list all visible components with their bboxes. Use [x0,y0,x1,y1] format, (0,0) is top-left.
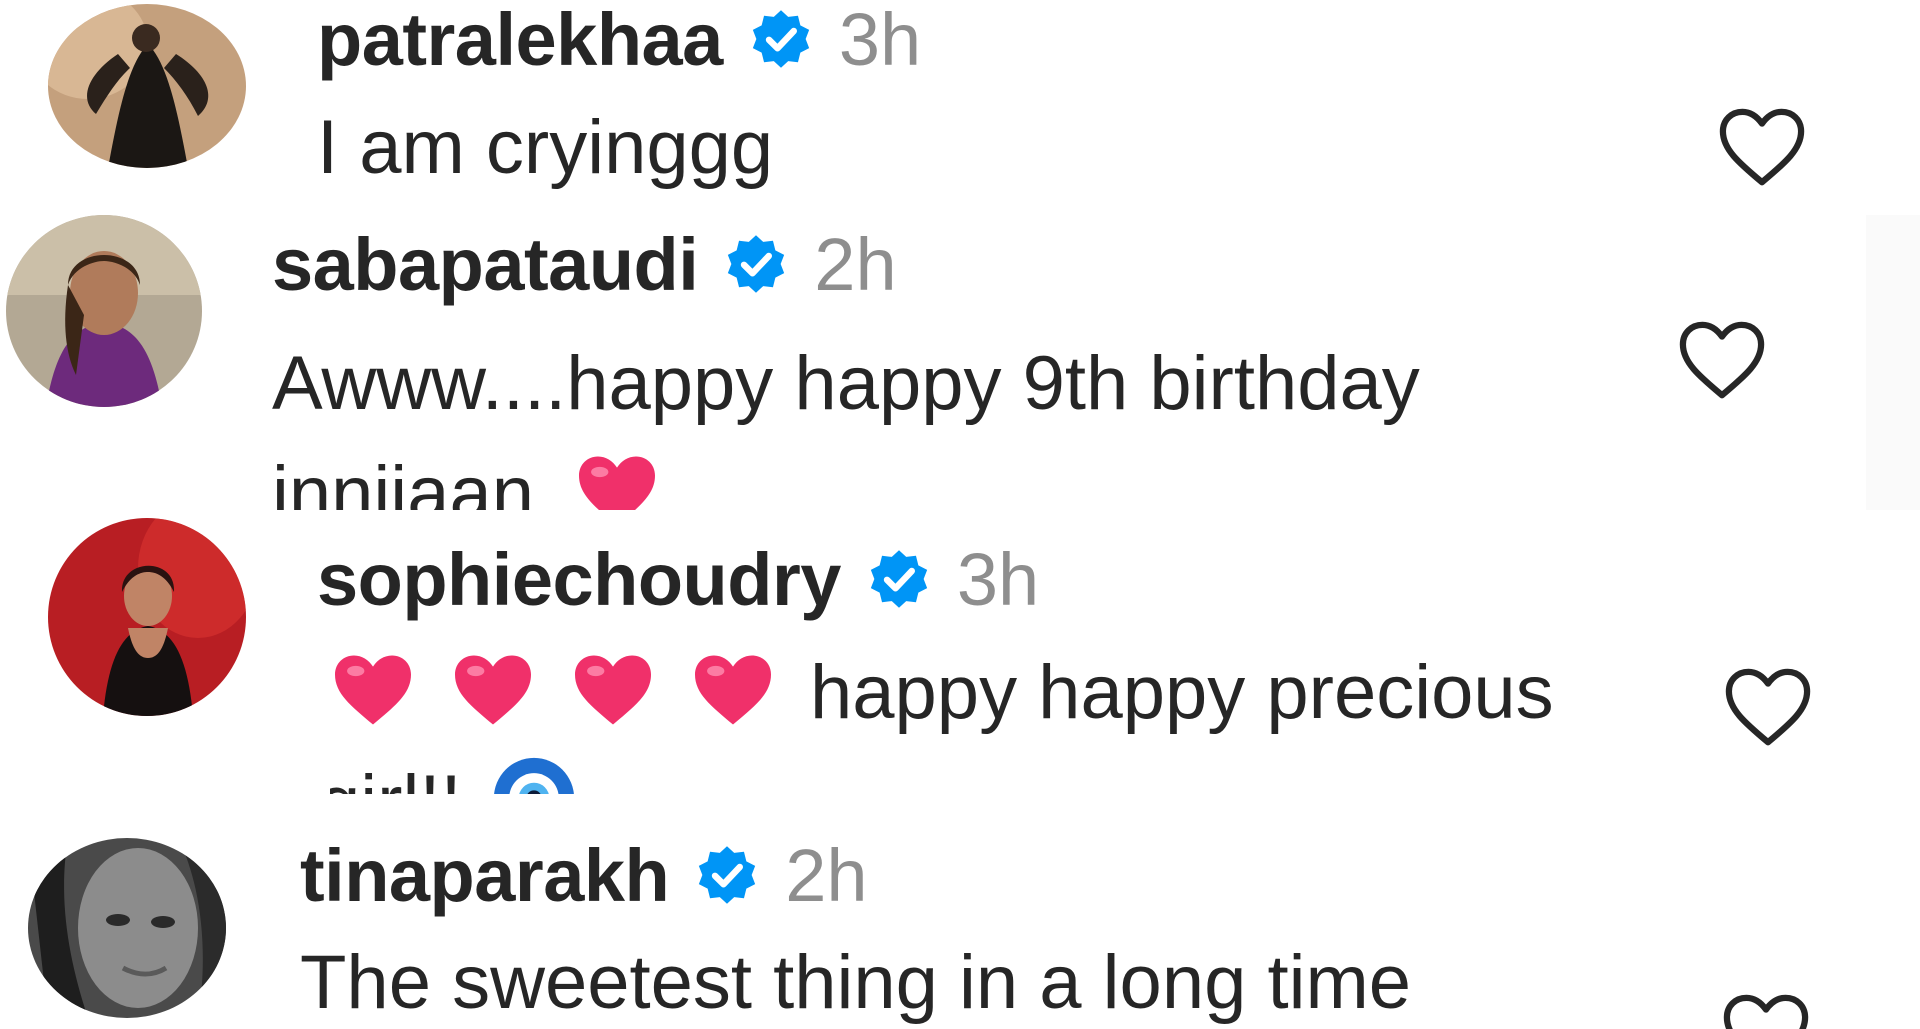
avatar[interactable] [6,215,202,407]
comment-text: Awww....happy happy 9th birthday inniiaa… [272,329,1420,510]
like-heart-icon[interactable] [1720,664,1816,750]
comment-timestamp: 2h [814,222,897,306]
comment-text-line-2: inniiaan [272,439,1420,510]
red-heart-emoji-icon [450,652,536,728]
red-heart-emoji-icon [574,453,660,510]
comment-username[interactable]: sophiechoudry [317,537,841,622]
comment-sabapataudi: sabapataudi 2h Awww....happy happy 9th b… [0,205,1920,510]
like-heart-icon[interactable] [1714,104,1810,190]
avatar[interactable] [48,4,246,168]
verified-badge-icon [867,547,931,611]
comment-text-line-2: girl!! [330,748,1554,794]
verified-badge-icon [695,843,759,907]
comment-username[interactable]: tinaparakh [300,838,670,918]
comment-text: The sweetest thing in a long time [300,928,1411,1029]
nazar-amulet-emoji-icon [492,756,576,794]
comment-text-word: girl!! [330,760,462,794]
comment-text: happy happy precious girl!! [330,638,1554,794]
comment-text: I am cryinggg [317,93,773,203]
comment-patralekhaa: patralekhaa 3h I am cryinggg [0,0,1920,205]
red-heart-emoji-icon [330,652,416,728]
comment-timestamp: 3h [838,0,922,81]
comment-tinaparakh: tinaparakh 2h The sweetest thing in a lo… [0,838,1920,1029]
comment-text-line: The sweetest thing in a long time [300,940,1412,1025]
avatar[interactable] [48,518,246,716]
comment-timestamp: 2h [785,838,868,917]
red-heart-emoji-icon [570,652,656,728]
verified-badge-icon [749,7,813,71]
red-heart-emoji-icon [690,652,776,728]
comment-username[interactable]: sabapataudi [272,222,699,307]
comment-timestamp: 3h [956,537,1040,621]
comments-screenshot: patralekhaa 3h I am cryinggg sabapataudi… [0,0,1920,1029]
like-heart-icon[interactable] [1718,990,1814,1029]
verified-badge-icon [724,232,788,296]
comment-text-line: Awww....happy happy 9th birthday [272,341,1420,426]
comment-username[interactable]: patralekhaa [317,0,723,82]
comment-text-line: happy happy precious [330,638,1554,748]
comment-text-word: happy happy precious [810,650,1554,735]
avatar[interactable] [28,838,226,1018]
comment-text-word: inniiaan [272,451,534,510]
comment-text-line: I am cryinggg [317,105,774,190]
comment-sophiechoudry: sophiechoudry 3h happy happy precious gi… [0,510,1920,838]
like-heart-icon[interactable] [1674,317,1770,403]
